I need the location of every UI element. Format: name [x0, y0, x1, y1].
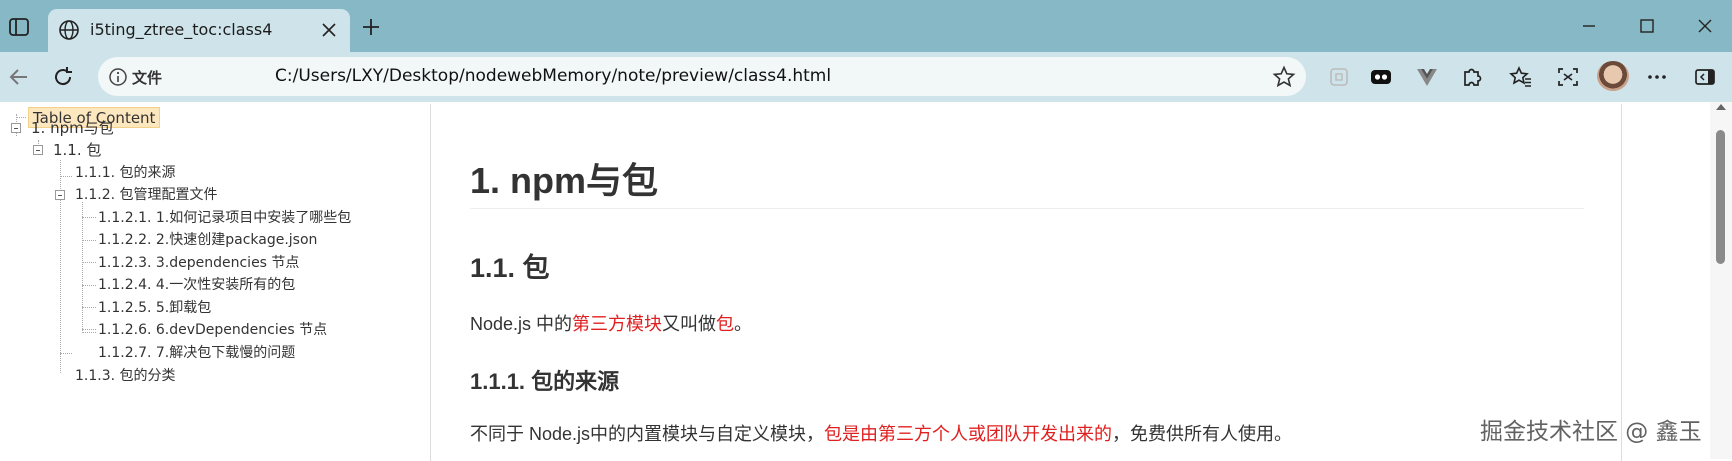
- star-icon[interactable]: [1272, 65, 1296, 89]
- tracking-icon[interactable]: [1368, 64, 1394, 90]
- heading-3: 1.1.1. 包的来源: [470, 369, 620, 394]
- page-scrollbar[interactable]: [1710, 102, 1732, 459]
- toc-sidebar: Table of Content 1. npm与包 1.1. 包 1.1.1. …: [0, 102, 430, 459]
- active-tab[interactable]: i5ting_ztree_toc:class4: [48, 9, 350, 52]
- vue-icon[interactable]: [1414, 64, 1440, 90]
- heading-divider: [470, 208, 1584, 209]
- toc-item[interactable]: 1.1.2. 包管理配置文件: [75, 185, 218, 205]
- toc-item[interactable]: 1.1.2.7. 7.解决包下载慢的问题: [98, 343, 295, 363]
- heading-1: 1. npm与包: [470, 160, 659, 201]
- tab-actions-icon[interactable]: [6, 14, 32, 40]
- tab-bar: i5ting_ztree_toc:class4: [0, 0, 1732, 52]
- toc-item[interactable]: 1.1.2.6. 6.devDependencies 节点: [98, 320, 327, 340]
- highlight-text: 包是由第三方个人或团队开发出来的: [824, 424, 1113, 444]
- globe-icon: [58, 19, 80, 41]
- scroll-up-icon[interactable]: [1716, 104, 1726, 110]
- tab-title: i5ting_ztree_toc:class4: [90, 20, 273, 39]
- heading-2: 1.1. 包: [470, 253, 550, 283]
- window-close-icon[interactable]: [1690, 12, 1720, 40]
- paragraph: Node.js 中的第三方模块又叫做包。: [470, 314, 753, 334]
- toc-item[interactable]: 1.1.1. 包的来源: [75, 163, 176, 183]
- watermark: 掘金技术社区 @ 鑫玉: [1480, 419, 1702, 445]
- toc-item[interactable]: 1.1.2.2. 2.快速创建package.json: [98, 230, 317, 250]
- highlight-text: 第三方模块: [572, 314, 663, 334]
- close-icon[interactable]: [318, 19, 340, 41]
- collapse-icon[interactable]: [55, 190, 65, 200]
- favorites-icon[interactable]: [1508, 64, 1534, 90]
- address-bar[interactable]: 文件 C:/Users/LXY/Desktop/nodewebMemory/no…: [98, 57, 1306, 96]
- puzzle-icon[interactable]: [1459, 64, 1485, 90]
- toc-item[interactable]: 1. npm与包: [31, 118, 114, 138]
- extension-square-icon[interactable]: [1326, 64, 1352, 90]
- toc-item[interactable]: 1.1.2.1. 1.如何记录项目中安装了哪些包: [98, 208, 351, 228]
- browser-toolbar: 文件 C:/Users/LXY/Desktop/nodewebMemory/no…: [0, 52, 1732, 102]
- maximize-icon[interactable]: [1632, 12, 1662, 40]
- minimize-icon[interactable]: [1574, 12, 1604, 40]
- collapse-icon[interactable]: [33, 145, 43, 155]
- profile-avatar[interactable]: [1597, 61, 1629, 91]
- screenshot-icon[interactable]: [1555, 64, 1581, 90]
- sidebar-icon[interactable]: [1692, 64, 1718, 90]
- highlight-text: 包: [716, 314, 735, 334]
- refresh-icon[interactable]: [48, 62, 78, 92]
- scroll-thumb[interactable]: [1716, 130, 1725, 264]
- toc-item[interactable]: 1.1. 包: [53, 140, 101, 160]
- collapse-icon[interactable]: [11, 123, 21, 133]
- toc-item[interactable]: 1.1.2.5. 5.卸载包: [98, 298, 211, 318]
- toc-item[interactable]: 1.1.2.3. 3.dependencies 节点: [98, 253, 299, 273]
- toc-item[interactable]: 1.1.3. 包的分类: [75, 366, 176, 386]
- toc-item[interactable]: 1.1.2.4. 4.一次性安装所有的包: [98, 275, 295, 295]
- back-icon[interactable]: [4, 62, 34, 92]
- document-body: 1. npm与包 1.1. 包 Node.js 中的第三方模块又叫做包。 1.1…: [430, 104, 1622, 461]
- scheme-label: 文件: [132, 69, 163, 87]
- page-content: Table of Content 1. npm与包 1.1. 包 1.1.1. …: [0, 102, 1732, 461]
- url-text[interactable]: C:/Users/LXY/Desktop/nodewebMemory/note/…: [275, 66, 831, 86]
- new-tab-icon[interactable]: [358, 14, 384, 40]
- more-icon[interactable]: [1644, 64, 1670, 90]
- info-icon[interactable]: [108, 67, 128, 87]
- paragraph: 不同于 Node.js中的内置模块与自定义模块，包是由第三方个人或团队开发出来的…: [470, 424, 1293, 444]
